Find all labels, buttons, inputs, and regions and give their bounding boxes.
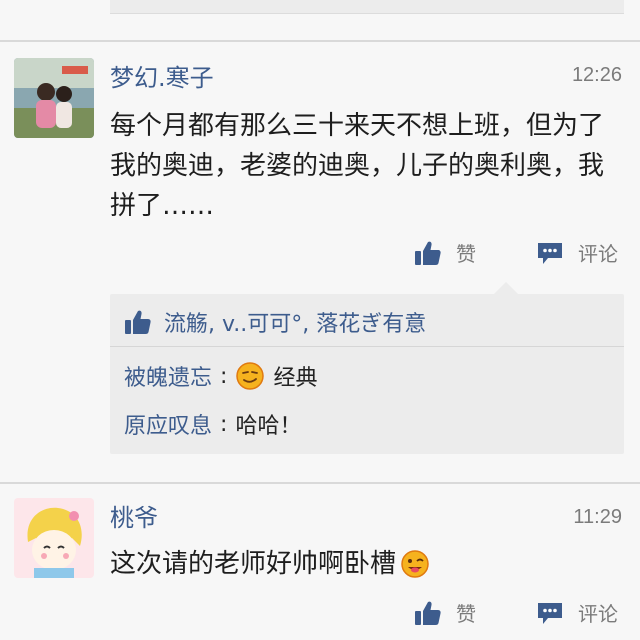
likes-comments-panel: 流觞, v..可可°, 落花ぎ有意 被魄遗忘: 经典 原应叹息: 哈哈！	[110, 294, 624, 454]
thumbs-up-icon	[415, 601, 441, 625]
avatar[interactable]	[14, 498, 94, 578]
post-time: 11:29	[573, 506, 622, 528]
comment-separator: :	[220, 411, 228, 437]
comment-text: 哈哈！	[235, 414, 302, 439]
comment-button[interactable]: 评论	[536, 598, 618, 627]
like-button[interactable]: 赞	[414, 238, 476, 267]
comment-label: 评论	[578, 242, 618, 266]
avatar[interactable]	[14, 58, 94, 138]
post-content-row: 这次请的老师好帅啊卧槽	[110, 544, 620, 584]
post-time: 12:26	[571, 64, 622, 86]
like-label: 赞	[456, 242, 476, 266]
username[interactable]: 梦幻.寒子	[110, 58, 214, 93]
post-divider	[0, 40, 640, 42]
comment-user[interactable]: 被魄遗忘	[124, 360, 212, 392]
thumbs-up-icon	[125, 310, 151, 334]
like-button[interactable]: 赞	[414, 598, 476, 627]
thumbs-up-icon	[415, 241, 441, 265]
avatar-photo-icon	[14, 58, 94, 138]
likes-row: 流觞, v..可可°, 落花ぎ有意	[124, 306, 426, 338]
comment-item[interactable]: 原应叹息: 哈哈！	[124, 408, 301, 440]
previous-post-card	[110, 0, 624, 14]
comment-bubble-icon	[538, 602, 562, 624]
comment-user[interactable]: 原应叹息	[124, 408, 212, 440]
comment-text: 经典	[273, 366, 318, 391]
likers-list[interactable]: 流觞, v..可可°, 落花ぎ有意	[164, 306, 426, 338]
avatar-cartoon-icon	[14, 498, 94, 578]
username[interactable]: 桃爷	[110, 498, 158, 533]
post-divider	[0, 482, 640, 484]
comment-button[interactable]: 评论	[536, 238, 618, 267]
comment-separator: :	[220, 363, 228, 389]
post-content: 每个月都有那么三十来天不想上班，但为了我的奥迪，老婆的迪奥，儿子的奥利奥，我拼了…	[110, 111, 605, 221]
comment-label: 评论	[578, 602, 618, 626]
like-label: 赞	[456, 602, 476, 626]
comment-bubble-icon	[538, 242, 562, 264]
post-content: 这次请的老师好帅啊卧槽	[110, 549, 397, 579]
smirk-emoji-icon	[236, 362, 265, 390]
wink-tongue-emoji-icon	[401, 550, 429, 578]
panel-divider	[110, 346, 624, 347]
comment-item[interactable]: 被魄遗忘: 经典	[124, 360, 317, 392]
likes-panel-pointer	[494, 282, 518, 294]
